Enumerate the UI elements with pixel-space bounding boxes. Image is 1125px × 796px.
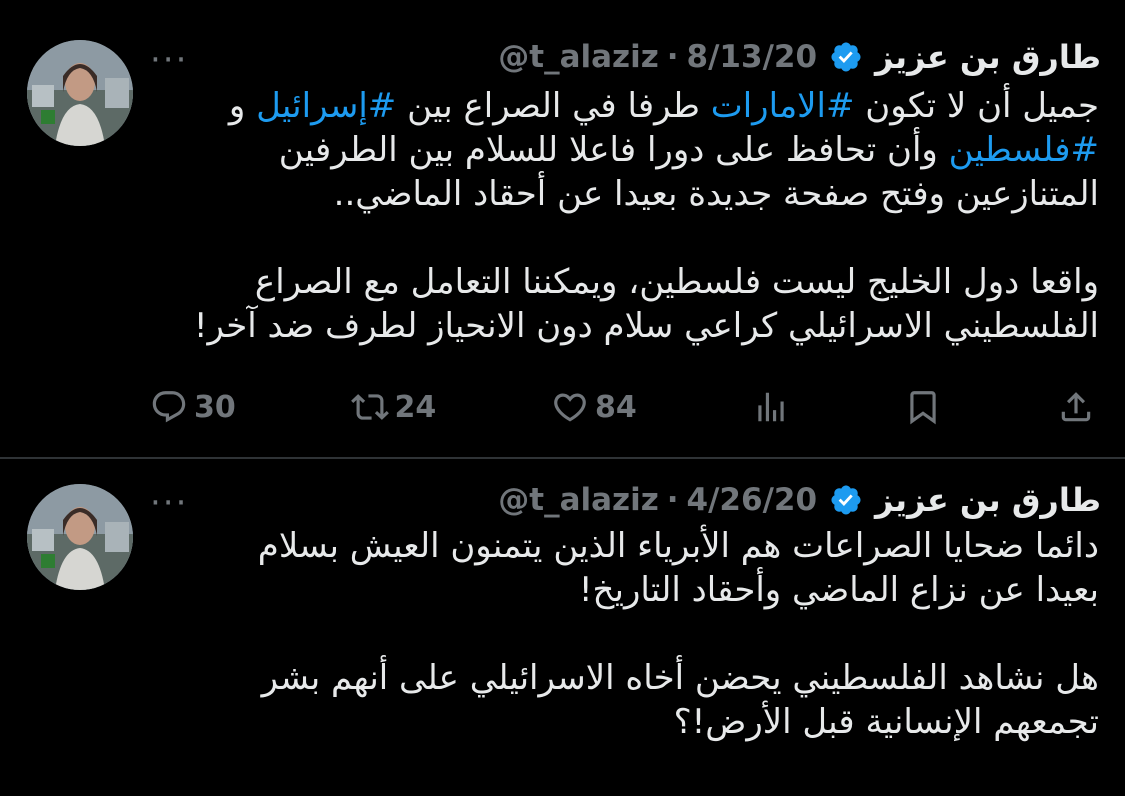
tweet[interactable]: ··· @t_alaziz · 8/13/20 طارق بن عزيز جمي… xyxy=(0,0,1125,458)
author-meta: @t_alaziz · 4/26/20 طارق بن عزيز xyxy=(498,481,1101,519)
hashtag-link[interactable]: #فلسطين xyxy=(949,130,1099,170)
text-segment: جميل أن لا تكون xyxy=(854,86,1099,126)
avatar[interactable] xyxy=(27,484,133,590)
author-name[interactable]: طارق بن عزيز xyxy=(875,38,1101,76)
analytics-icon xyxy=(757,392,784,422)
reply-count: 30 xyxy=(194,389,236,425)
tweet-header: ··· @t_alaziz · 8/13/20 طارق بن عزيز xyxy=(150,34,1101,80)
text-segment: و xyxy=(228,86,257,126)
tweet[interactable]: ··· @t_alaziz · 4/26/20 طارق بن عزيز دائ… xyxy=(0,460,1125,796)
tweet-header: ··· @t_alaziz · 4/26/20 طارق بن عزيز xyxy=(150,477,1101,523)
bookmark-icon xyxy=(910,391,936,425)
text-segment: طرفا في الصراع بين xyxy=(396,86,711,126)
separator: · xyxy=(666,482,679,518)
analytics-button[interactable] xyxy=(752,388,790,426)
author-handle[interactable]: @t_alaziz xyxy=(498,39,659,75)
share-icon xyxy=(1061,392,1091,422)
verified-badge-icon xyxy=(831,485,861,515)
hashtag-link[interactable]: #الامارات xyxy=(711,86,855,126)
text-line: هل نشاهد الفلسطيني يحضن أخاه الاسرائيلي … xyxy=(261,658,1099,698)
author-meta: @t_alaziz · 8/13/20 طارق بن عزيز xyxy=(498,38,1101,76)
text-line: بعيدا عن نزاع الماضي وأحقاد التاريخ! xyxy=(578,570,1099,610)
like-button[interactable]: 84 xyxy=(551,388,637,426)
tweet-actions: 30 24 84 xyxy=(150,382,1095,432)
tweet-text: جميل أن لا تكون #الامارات طرفا في الصراع… xyxy=(150,84,1099,348)
reply-button[interactable]: 30 xyxy=(150,388,236,426)
text-line: المتنازعين وفتح صفحة جديدة بعيدا عن أحقا… xyxy=(333,174,1099,214)
reply-icon xyxy=(152,391,186,423)
text-line: واقعا دول الخليج ليست فلسطين، ويمكننا ال… xyxy=(254,262,1099,302)
text-line: تجمعهم الإنسانية قبل الأرض!؟ xyxy=(673,702,1099,742)
bookmark-button[interactable] xyxy=(904,388,942,426)
avatar[interactable] xyxy=(27,40,133,146)
retweet-button[interactable]: 24 xyxy=(350,388,437,426)
retweet-count: 24 xyxy=(394,389,437,425)
tweet-divider xyxy=(0,457,1125,459)
more-icon[interactable]: ··· xyxy=(150,43,210,77)
verified-badge-icon xyxy=(831,42,861,72)
more-icon[interactable]: ··· xyxy=(150,486,210,520)
like-count: 84 xyxy=(595,389,637,425)
text-line: الفلسطيني الاسرائيلي كراعي سلام دون الان… xyxy=(193,306,1099,346)
author-handle[interactable]: @t_alaziz xyxy=(498,482,659,518)
text-line: دائما ضحايا الصراعات هم الأبرياء الذين ي… xyxy=(257,526,1099,566)
like-icon xyxy=(554,393,586,422)
share-button[interactable] xyxy=(1057,388,1095,426)
text-segment: وأن تحافظ على دورا فاعلا للسلام بين الطر… xyxy=(278,130,949,170)
separator: · xyxy=(666,39,679,75)
tweet-date[interactable]: 4/26/20 xyxy=(687,482,818,518)
tweet-date[interactable]: 8/13/20 xyxy=(687,39,818,75)
author-name[interactable]: طارق بن عزيز xyxy=(875,481,1101,519)
hashtag-link[interactable]: #إسرائيل xyxy=(256,86,396,126)
tweet-text: دائما ضحايا الصراعات هم الأبرياء الذين ي… xyxy=(150,524,1099,744)
retweet-icon xyxy=(350,394,389,420)
